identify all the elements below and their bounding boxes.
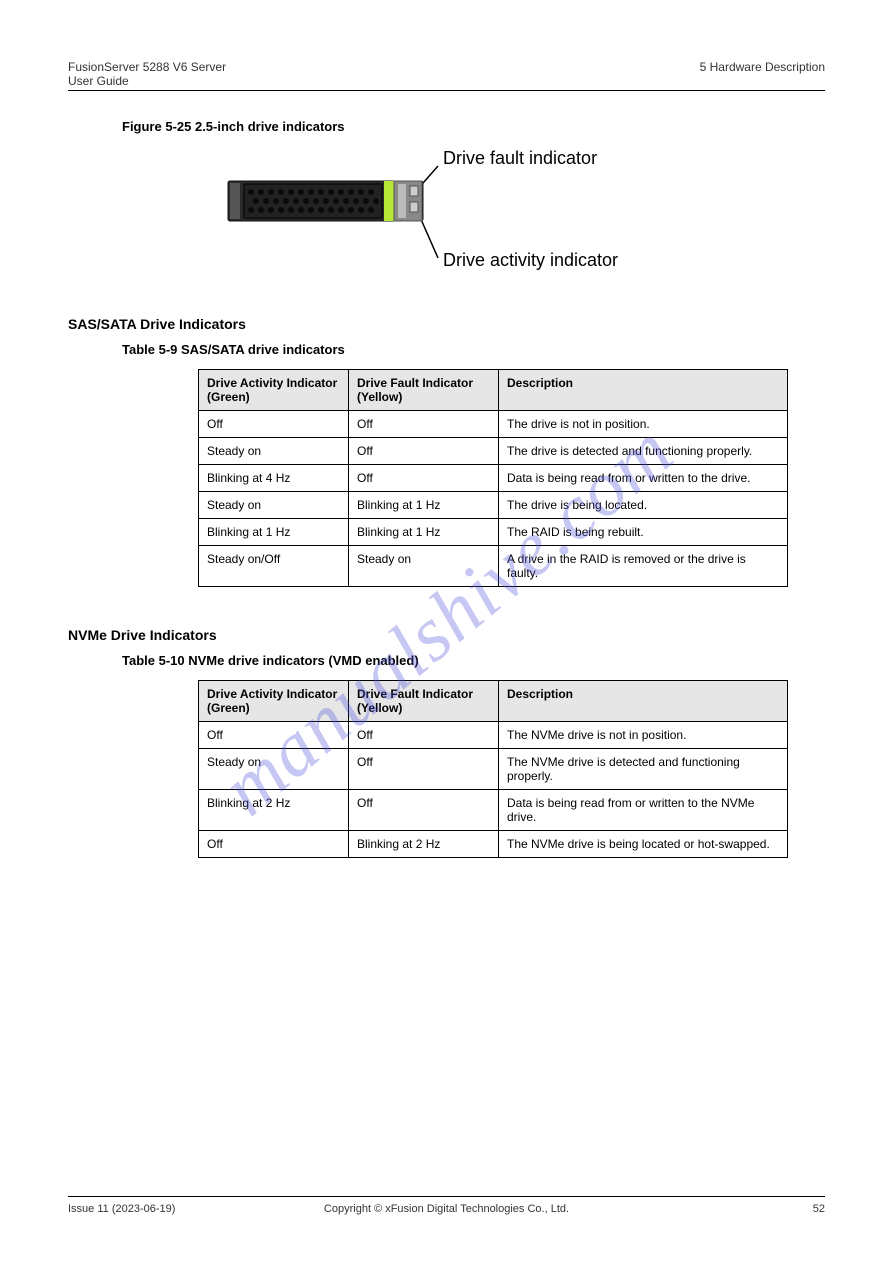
header-left-line2: User Guide xyxy=(68,74,129,88)
drive-figure: Drive fault indicator Drive activity ind… xyxy=(198,146,825,276)
table-row: Steady onOffThe NVMe drive is detected a… xyxy=(199,749,788,790)
fault-label-text: Drive fault indicator xyxy=(443,148,597,168)
nvme-table-caption: Table 5-10 NVMe drive indicators (VMD en… xyxy=(122,653,825,668)
nvme-col-desc: Description xyxy=(499,681,788,722)
activity-label-text: Drive activity indicator xyxy=(443,250,618,270)
sas-table-caption: Table 5-9 SAS/SATA drive indicators xyxy=(122,342,825,357)
sas-table: Drive Activity Indicator (Green) Drive F… xyxy=(198,369,788,587)
footer-issue: Issue 11 (2023-06-19) xyxy=(68,1203,320,1215)
table-row: Steady on/OffSteady onA drive in the RAI… xyxy=(199,546,788,587)
sas-col-activity: Drive Activity Indicator (Green) xyxy=(199,370,349,411)
nvme-table: Drive Activity Indicator (Green) Drive F… xyxy=(198,680,788,858)
header-left-line1: FusionServer 5288 V6 Server xyxy=(68,60,226,74)
header-right: 5 Hardware Description xyxy=(700,60,825,88)
footer-page-number: 52 xyxy=(573,1203,825,1215)
table-row: Blinking at 4 HzOffData is being read fr… xyxy=(199,465,788,492)
sas-col-desc: Description xyxy=(499,370,788,411)
header-rule xyxy=(68,90,825,91)
table-row: Steady onOffThe drive is detected and fu… xyxy=(199,438,788,465)
drive-indicator-svg: Drive fault indicator Drive activity ind… xyxy=(198,146,668,276)
nvme-col-activity: Drive Activity Indicator (Green) xyxy=(199,681,349,722)
table-row: OffOffThe drive is not in position. xyxy=(199,411,788,438)
table-row: Blinking at 2 HzOffData is being read fr… xyxy=(199,790,788,831)
activity-indicator-led xyxy=(410,202,418,212)
page-footer: Issue 11 (2023-06-19) Copyright © xFusio… xyxy=(68,1196,825,1215)
drive-body xyxy=(228,181,423,221)
table-row: OffOffThe NVMe drive is not in position. xyxy=(199,722,788,749)
fault-indicator-led xyxy=(410,186,418,196)
table-row: Blinking at 1 HzBlinking at 1 HzThe RAID… xyxy=(199,519,788,546)
footer-rule xyxy=(68,1196,825,1197)
sas-heading: SAS/SATA Drive Indicators xyxy=(68,316,825,332)
nvme-col-fault: Drive Fault Indicator (Yellow) xyxy=(349,681,499,722)
sas-col-fault: Drive Fault Indicator (Yellow) xyxy=(349,370,499,411)
table-row: Steady onBlinking at 1 HzThe drive is be… xyxy=(199,492,788,519)
figure-caption: Figure 5-25 2.5-inch drive indicators xyxy=(122,119,825,134)
footer-copyright: Copyright © xFusion Digital Technologies… xyxy=(320,1203,572,1215)
nvme-heading: NVMe Drive Indicators xyxy=(68,627,825,643)
table-row: OffBlinking at 2 HzThe NVMe drive is bei… xyxy=(199,831,788,858)
